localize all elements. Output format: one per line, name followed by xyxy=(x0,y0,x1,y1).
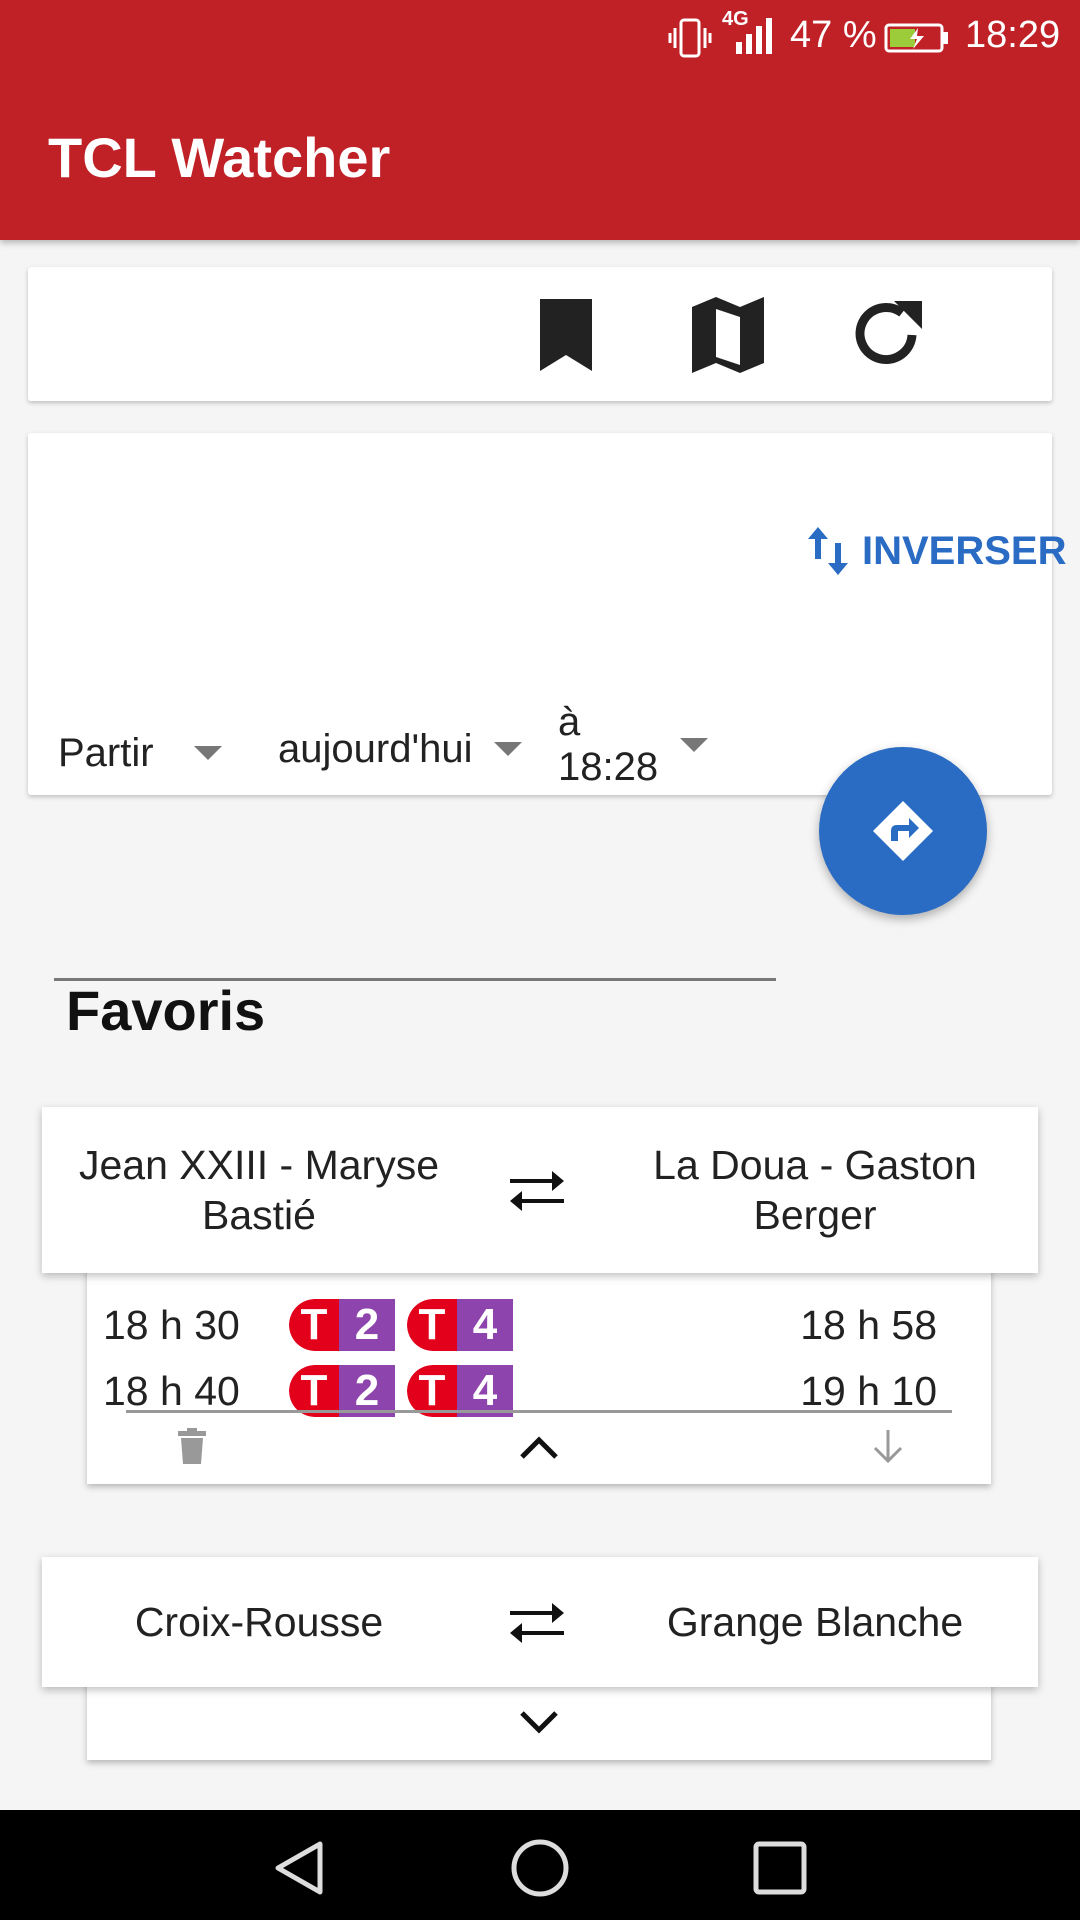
swap-horiz-icon[interactable] xyxy=(508,1167,566,1213)
status-bar: 4G 47 % 18:29 xyxy=(0,0,1080,75)
bookmark-icon[interactable] xyxy=(526,295,606,375)
app-bar: 4G 47 % 18:29 TCL Watcher xyxy=(0,0,1080,240)
trip-row[interactable]: 18 h 30 T 2 T 4 18 h 58 xyxy=(103,1292,963,1358)
day-label: aujourd'hui xyxy=(278,726,473,771)
favorites-heading: Favoris xyxy=(66,979,266,1042)
line-badge-t2: T 2 xyxy=(289,1299,395,1351)
battery-percent: 47 % xyxy=(790,14,877,56)
arrow-down-icon[interactable] xyxy=(871,1428,905,1464)
directions-icon xyxy=(873,801,933,861)
journey-search-card: INVERSER Partir aujourd'hui à 18:28 xyxy=(28,433,1067,1120)
favorite-item[interactable]: Jean XXIII - Maryse Bastié La Doua - Gas… xyxy=(42,1107,1038,1273)
chevron-down-icon[interactable] xyxy=(519,1710,559,1736)
home-icon[interactable] xyxy=(510,1838,570,1898)
toolbar-card xyxy=(28,267,1052,401)
time-label: à 18:28 xyxy=(558,700,659,789)
from-input[interactable] xyxy=(54,920,776,981)
app-title: TCL Watcher xyxy=(48,126,391,189)
chevron-up-icon[interactable] xyxy=(519,1434,559,1460)
clock: 18:29 xyxy=(965,14,1061,56)
navigation-bar xyxy=(0,1810,1080,1920)
favorite-trips-panel-collapsed xyxy=(87,1680,991,1760)
map-icon[interactable] xyxy=(688,295,768,375)
favorite-from-stop: Croix-Rousse xyxy=(134,1599,384,1645)
search-route-button[interactable] xyxy=(819,747,987,915)
back-icon[interactable] xyxy=(272,1840,328,1896)
swap-label: INVERSER xyxy=(862,528,1067,573)
delete-icon[interactable] xyxy=(177,1428,207,1464)
line-badge-t4: T 4 xyxy=(407,1299,513,1351)
vibrate-icon xyxy=(668,18,712,58)
favorite-item[interactable]: Croix-Rousse Grange Blanche xyxy=(42,1557,1038,1687)
swap-vertical-icon xyxy=(808,527,848,575)
favorite-to-stop: Grange Blanche xyxy=(666,1599,964,1645)
swap-horiz-icon[interactable] xyxy=(508,1599,566,1645)
departure-time: 18 h 30 xyxy=(103,1301,240,1348)
refresh-icon[interactable] xyxy=(850,295,930,375)
divider xyxy=(126,1410,952,1413)
mode-label: Partir xyxy=(58,730,154,775)
trip-row[interactable]: 18 h 40 T 2 T 4 19 h 10 xyxy=(103,1358,963,1424)
chevron-down-icon xyxy=(680,738,709,752)
swap-button[interactable]: INVERSER xyxy=(806,521,1067,581)
mode-dropdown[interactable]: Partir xyxy=(58,723,222,783)
battery-charging-icon xyxy=(884,23,948,53)
favorite-to-stop: La Doua - Gaston Berger xyxy=(653,1142,977,1238)
signal-icon xyxy=(736,18,772,54)
chevron-down-icon xyxy=(494,742,523,756)
day-dropdown[interactable]: aujourd'hui xyxy=(278,719,523,779)
arrival-time: 18 h 58 xyxy=(800,1301,937,1348)
departure-time: 18 h 40 xyxy=(103,1367,240,1414)
chevron-down-icon xyxy=(193,746,222,760)
arrival-time: 19 h 10 xyxy=(800,1367,937,1414)
favorite-trips-panel: 18 h 30 T 2 T 4 18 h 58 18 h 40 T 2 T 4 … xyxy=(87,1262,991,1484)
favorite-from-stop: Jean XXIII - Maryse Bastié xyxy=(78,1142,439,1238)
time-dropdown[interactable]: à 18:28 xyxy=(558,700,709,789)
recents-icon[interactable] xyxy=(752,1840,808,1896)
